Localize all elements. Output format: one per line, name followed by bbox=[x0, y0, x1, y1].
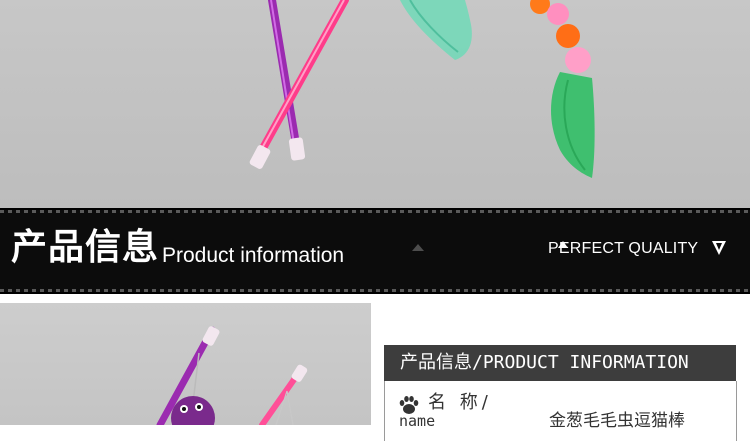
product-photo-detail bbox=[0, 303, 371, 425]
caret-up-small-icon bbox=[558, 241, 568, 248]
info-table-title: 产品信息/PRODUCT INFORMATION bbox=[400, 352, 689, 373]
product-photo-top-illustration bbox=[249, 0, 595, 178]
caret-up-icon bbox=[412, 244, 424, 251]
banner-title-en: Product information bbox=[162, 244, 345, 267]
product-photo-detail-illustration bbox=[156, 326, 308, 425]
name-label-en: name bbox=[399, 412, 436, 430]
name-value: 金葱毛毛虫逗猫棒 bbox=[549, 411, 685, 431]
name-label-cn: 名 称/ bbox=[428, 392, 492, 413]
down-arrow-icon bbox=[712, 241, 726, 255]
product-photo-top bbox=[0, 0, 750, 208]
banner-tagline: PERFECT QUALITY bbox=[548, 240, 699, 257]
banner-title-cn: 产品信息 bbox=[11, 227, 160, 268]
